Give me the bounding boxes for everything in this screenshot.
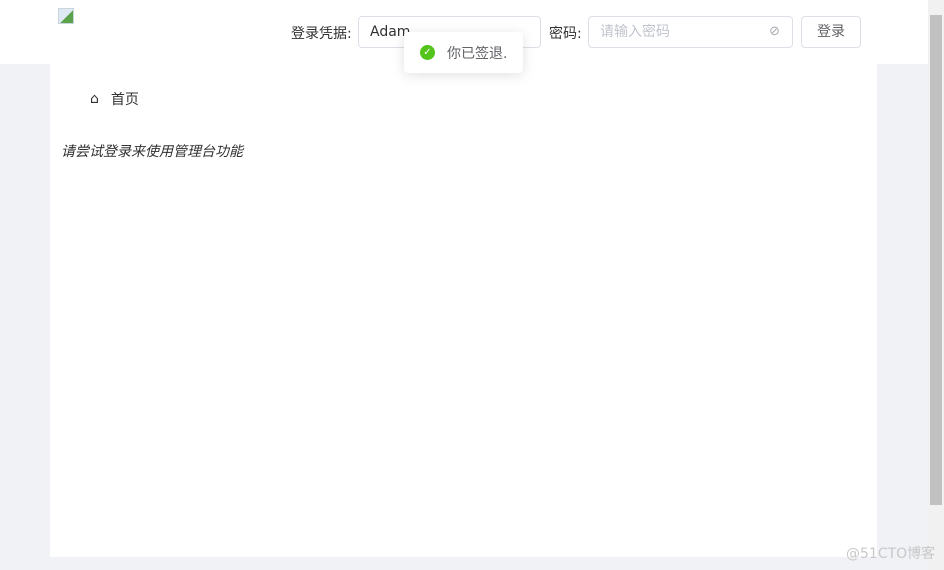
logo-broken-image: [58, 8, 74, 24]
login-hint: 请尝试登录来使用管理台功能: [61, 144, 243, 160]
success-toast: ✓ 你已签退.: [404, 32, 523, 73]
home-icon: ⌂: [90, 91, 99, 107]
breadcrumb: ⌂ 首页: [90, 89, 139, 109]
scrollbar-thumb[interactable]: [930, 15, 942, 505]
password-placeholder: 请输入密码: [600, 24, 670, 40]
login-button[interactable]: 登录: [801, 16, 861, 48]
breadcrumb-home[interactable]: 首页: [111, 89, 139, 109]
password-label: 密码:: [549, 26, 582, 42]
eye-off-icon[interactable]: ⊘: [769, 17, 780, 47]
password-input[interactable]: 请输入密码 ⊘: [588, 16, 793, 48]
credential-label: 登录凭据:: [291, 26, 352, 42]
main-content: ⌂ 首页 请尝试登录来使用管理台功能: [50, 64, 877, 557]
toast-message: 你已签退.: [447, 45, 508, 62]
watermark: @51CTO博客: [846, 546, 936, 562]
check-circle-icon: ✓: [420, 45, 435, 60]
